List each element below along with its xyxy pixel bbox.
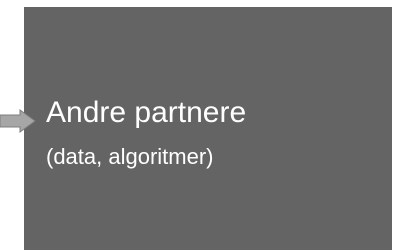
partner-node-box: Andre partnere (data, algoritmer) (24, 7, 392, 250)
node-subtitle: (data, algoritmer) (46, 144, 214, 169)
incoming-arrow-icon (0, 109, 36, 133)
node-title: Andre partnere (46, 96, 247, 129)
incoming-arrow-shape (0, 109, 36, 133)
